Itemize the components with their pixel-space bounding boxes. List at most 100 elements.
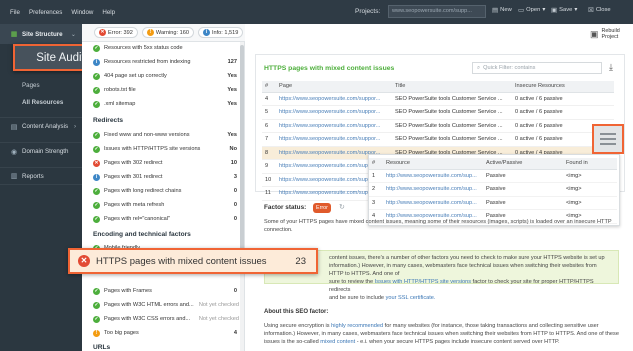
check-icon: ✓ — [93, 44, 100, 52]
error-count-badge[interactable]: ✕ Error: 392 — [94, 27, 138, 38]
panel-title: HTTPS pages with mixed content issues — [264, 65, 395, 72]
factors-scrollbar-thumb[interactable] — [240, 45, 244, 260]
factor-row[interactable]: ! Too big pages 4 — [93, 328, 243, 338]
column-header[interactable]: Insecure Resources — [512, 81, 614, 93]
section-heading-encoding[interactable]: Encoding and technical factors — [93, 231, 191, 238]
folder-icon: ▭ — [518, 7, 525, 14]
projects-label: Projects: — [355, 8, 381, 15]
column-header[interactable]: # — [262, 81, 276, 93]
table-row[interactable]: 2 http://www.seopowersuite.com/sup... Pass… — [369, 182, 617, 197]
menu-help[interactable]: Help — [102, 9, 115, 16]
check-icon: ✓ — [93, 301, 100, 309]
about-title: About this SEO factor: — [264, 309, 329, 315]
row-menu-icon[interactable] — [592, 124, 624, 154]
table-row[interactable]: 1 http://www.seopowersuite.com/sup... Pass… — [369, 169, 617, 183]
mixed-content-link[interactable]: mixed content — [320, 339, 355, 345]
recommended-link[interactable]: highly recommended — [331, 323, 383, 329]
factor-row[interactable]: ✓ Pages with meta refresh 0 — [93, 200, 243, 210]
open-button[interactable]: ▭ Open ▾ — [518, 6, 545, 14]
check-icon: ✓ — [93, 287, 100, 295]
table-row[interactable]: 3 http://www.seopowersuite.com/sup... Pass… — [369, 196, 617, 210]
factor-row[interactable]: ✓ Pages with W3C CSS errors and... Not yet… — [93, 314, 243, 324]
error-icon: ✕ — [99, 29, 106, 36]
factors-list: ✓ Resources with 5xx status code i Resourc… — [82, 42, 245, 351]
error-icon: ✕ — [78, 255, 90, 267]
factor-row[interactable]: ✓ Issues with HTTP/HTTPS site versions No — [93, 144, 243, 154]
reports-icon: ▥ — [10, 173, 18, 180]
content-icon: ▤ — [10, 123, 18, 131]
new-icon: ▤ — [492, 7, 499, 14]
table-row[interactable]: 7 https://www.seopowersuite.com/suppor...… — [262, 132, 614, 147]
chevron-down-icon: ▾ — [574, 7, 578, 13]
factor-row[interactable]: ✓ Resources with 5xx status code — [93, 43, 243, 53]
column-header[interactable]: # — [369, 158, 383, 170]
factor-row[interactable]: ✓ Fixed www and non-www versions Yes — [93, 130, 243, 140]
table-row[interactable]: 4 https://www.seopowersuite.com/suppor...… — [262, 92, 614, 106]
factor-status-label: Factor status: — [264, 204, 307, 211]
section-heading-redirects[interactable]: Redirects — [93, 117, 123, 124]
check-icon: ✓ — [93, 86, 100, 94]
sidebar-item-pages[interactable]: Pages — [0, 79, 82, 91]
factor-description: Some of your HTTPS pages have mixed cont… — [264, 219, 612, 233]
factor-row[interactable]: ✓ Pages with long redirect chains 0 — [93, 186, 243, 196]
sidebar-item-all-resources[interactable]: All Resources — [0, 96, 82, 108]
save-button[interactable]: ▣ Save ▾ — [551, 6, 577, 14]
column-header[interactable]: Resource — [383, 158, 483, 170]
check-icon: ✓ — [93, 72, 100, 80]
check-icon: ✓ — [93, 100, 100, 108]
structure-icon: ▦ — [10, 31, 18, 38]
check-icon: ✓ — [93, 215, 100, 223]
factor-row[interactable]: ✓ robots.txt file Yes — [93, 85, 243, 95]
factor-row[interactable]: ✓ .xml sitemap Yes — [93, 99, 243, 109]
column-header[interactable]: Active/Passive — [483, 158, 563, 170]
info-count-badge[interactable]: i Info: 1,519 — [197, 27, 244, 38]
warning-icon: ! — [93, 329, 100, 337]
check-icon: ✓ — [93, 201, 100, 209]
project-select[interactable]: www.seopowersuite.com/supp... — [388, 5, 486, 18]
close-button[interactable]: ☒ Close — [588, 6, 611, 14]
chevron-right-icon: › — [73, 123, 76, 130]
factor-row[interactable]: i Pages with 301 redirect 3 — [93, 172, 243, 182]
section-heading-urls[interactable]: URLs — [93, 344, 110, 351]
quick-filter-input[interactable]: ⌕ Quick Filter: contains — [472, 62, 602, 74]
sidebar-item-site-structure[interactable]: ▦ Site Structure ⌄ — [0, 24, 82, 44]
issue-summary: ✕ Error: 392 ! Warning: 160 i Info: 1,519 — [82, 24, 245, 42]
rebuild-icon: ▣ — [590, 28, 599, 39]
table-row[interactable]: 5 https://www.seopowersuite.com/suppor...… — [262, 105, 614, 120]
sidebar-item-reports[interactable]: ▥ Reports — [0, 167, 82, 185]
search-icon: ⌕ — [477, 64, 481, 71]
issues-link[interactable]: Issues with HTTP/HTTPS site versions — [375, 279, 471, 285]
info-icon: i — [202, 29, 210, 36]
sidebar: ▦ Site Structure ⌄ Pages All Resources ▤… — [0, 24, 82, 351]
menu-preferences[interactable]: Preferences — [29, 9, 62, 16]
about-text: Using secure encryption is highly recomm… — [264, 323, 619, 345]
ssl-link[interactable]: your SSL certificate. — [386, 295, 436, 301]
factor-row[interactable]: i Resources restricted from indexing 127 — [93, 57, 243, 67]
mixed-content-factor-callout[interactable]: ✕ HTTPS pages with mixed content issues … — [68, 248, 318, 274]
info-icon: i — [93, 58, 100, 66]
column-header[interactable]: Page — [276, 81, 392, 93]
refresh-icon[interactable]: ↻ — [339, 203, 345, 211]
factor-row[interactable]: ✓ 404 page set up correctly Yes — [93, 71, 243, 81]
sidebar-item-domain-strength[interactable]: ◉ Domain Strength — [0, 142, 82, 160]
check-icon: ✓ — [93, 145, 100, 153]
table-row[interactable]: 6 https://www.seopowersuite.com/suppor...… — [262, 119, 614, 133]
export-icon[interactable]: ⤓ — [609, 62, 613, 73]
check-icon: ✓ — [93, 131, 100, 139]
warning-count-badge[interactable]: ! Warning: 160 — [141, 27, 194, 38]
close-icon: ☒ — [588, 7, 594, 14]
factor-row[interactable]: ✓ Pages with W3C HTML errors and... Not ye… — [93, 300, 243, 310]
column-header[interactable]: Title — [392, 81, 512, 93]
factor-row[interactable]: ✓ Pages with Frames 0 — [93, 286, 243, 296]
new-button[interactable]: ▤ New — [492, 6, 512, 14]
warning-icon: ! — [146, 29, 154, 36]
column-header[interactable]: Found in — [563, 158, 617, 170]
factor-row[interactable]: ✕ Pages with 302 redirect 10 — [93, 158, 243, 168]
menu-window[interactable]: Window — [71, 9, 93, 16]
check-icon: ✓ — [93, 187, 100, 195]
factor-row[interactable]: ✓ Pages with rel="canonical" 0 — [93, 214, 243, 224]
rebuild-project-button[interactable]: ▣ Rebuild Project — [590, 25, 630, 43]
menu-file[interactable]: File — [10, 9, 20, 16]
sidebar-item-content-analysis[interactable]: ▤ Content Analysis › — [0, 117, 82, 135]
status-badge: Error — [313, 203, 331, 213]
